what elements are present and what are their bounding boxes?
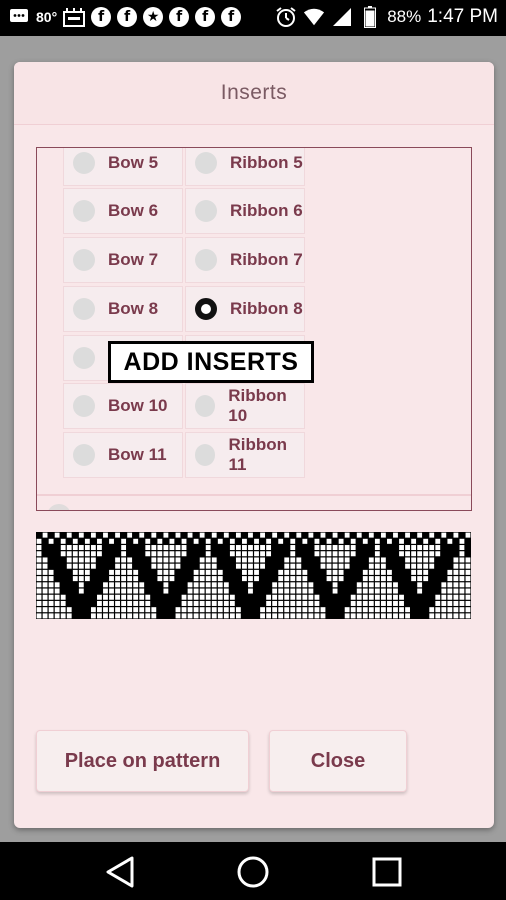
radio-button-selected[interactable] [195, 298, 217, 320]
back-icon[interactable] [102, 854, 138, 890]
list-item-bow-11[interactable]: Bow 11 [63, 432, 183, 478]
calendar-icon [63, 6, 86, 28]
list-item-ribbon-10[interactable]: Ribbon 10 [185, 383, 305, 429]
place-on-pattern-button[interactable]: Place on pattern [36, 730, 249, 792]
list-divider [37, 494, 471, 496]
battery-percent: 88% [387, 7, 422, 26]
radio-button[interactable] [195, 444, 216, 466]
dialog-header: Inserts [14, 62, 494, 125]
list-item-ribbon-6[interactable]: Ribbon 6 [185, 188, 305, 234]
inserts-list[interactable]: Bow 5 Ribbon 5 Bow 6 Ribbon 6 Bow 7 Ribb… [36, 147, 472, 511]
add-inserts-caption: ADD INSERTS [108, 341, 314, 383]
star-icon: ★ [143, 7, 164, 27]
radio-button[interactable] [47, 504, 71, 510]
radio-button[interactable] [195, 395, 216, 417]
list-item-label: Bow 10 [108, 396, 168, 415]
radio-button[interactable] [73, 395, 95, 417]
list-item-bow-7[interactable]: Bow 7 [63, 237, 183, 283]
recents-icon[interactable] [369, 854, 405, 890]
list-item-label: Ribbon 11 [228, 435, 287, 474]
notification-icons: 80° f f ★ f f f [8, 6, 242, 28]
signal-icon [331, 6, 353, 28]
list-item-label: Ribbon 7 [230, 250, 303, 269]
radio-button[interactable] [195, 152, 217, 174]
list-item-ribbon-5[interactable]: Ribbon 5 [185, 148, 305, 186]
radio-button[interactable] [73, 200, 95, 222]
facebook-icon: f [221, 7, 242, 27]
list-item-label: Bow 8 [108, 299, 159, 318]
system-icons: 88% 1:47 PM [275, 6, 498, 28]
list-item-ribbon-11[interactable]: Ribbon 11 [185, 432, 305, 478]
facebook-icon: f [91, 7, 112, 27]
navigation-bar [0, 842, 506, 900]
list-item-label: Ribbon 5 [230, 153, 303, 172]
list-item-label: Bow 11 [108, 445, 167, 464]
radio-button[interactable] [73, 347, 95, 369]
list-item-label: Ribbon 10 [228, 386, 287, 425]
list-item-bow-10[interactable]: Bow 10 [63, 383, 183, 429]
list-item-label: Ribbon 6 [230, 201, 303, 220]
list-item-label: Bow 5 [108, 153, 159, 172]
message-icon [8, 6, 30, 28]
radio-button[interactable] [73, 249, 95, 271]
radio-button[interactable] [195, 249, 217, 271]
radio-button[interactable] [73, 152, 95, 174]
list-item-ribbon-8[interactable]: Ribbon 8 [185, 286, 305, 332]
wifi-icon [303, 6, 325, 28]
clock: 1:47 PM [427, 6, 498, 27]
status-bar: 80° f f ★ f f f 88% 1:47 PM [0, 0, 506, 36]
list-item-bow-5[interactable]: Bow 5 [63, 148, 183, 186]
radio-button[interactable] [73, 298, 95, 320]
list-item-label: Bow 6 [108, 201, 159, 220]
temperature-text: 80° [36, 9, 58, 25]
pattern-preview [36, 532, 471, 619]
list-item-bow-8[interactable]: Bow 8 [63, 286, 183, 332]
list-item-bow-6[interactable]: Bow 6 [63, 188, 183, 234]
battery-icon [359, 6, 381, 28]
home-icon[interactable] [235, 854, 271, 890]
dialog-title: Inserts [220, 81, 288, 104]
facebook-icon: f [117, 7, 138, 27]
inserts-dialog: Inserts Bow 5 Ribbon 5 Bow 6 Ribbon 6 Bo… [14, 62, 494, 828]
alarm-icon [275, 6, 297, 28]
radio-button[interactable] [195, 200, 217, 222]
radio-button[interactable] [73, 444, 95, 466]
close-button[interactable]: Close [269, 730, 407, 792]
list-item-label: Ribbon 8 [230, 299, 303, 318]
facebook-icon: f [169, 7, 190, 27]
list-item-ribbon-7[interactable]: Ribbon 7 [185, 237, 305, 283]
list-item-label: Bow 7 [108, 250, 159, 269]
facebook-icon: f [195, 7, 216, 27]
